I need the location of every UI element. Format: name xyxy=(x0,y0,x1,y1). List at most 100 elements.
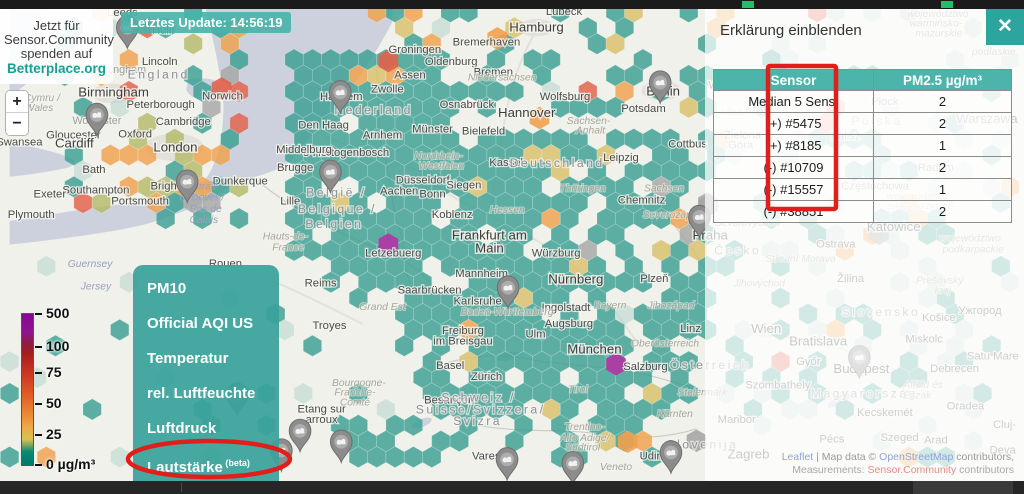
map-label: Reims xyxy=(305,278,337,290)
map-label: Lincoln xyxy=(142,56,178,68)
layer-menu: PM10Official AQI USTemperaturrel. Luftfe… xyxy=(133,265,279,494)
map-label: Brugge xyxy=(277,162,313,174)
map-label: Peterborough xyxy=(127,99,195,111)
last-update-badge: Letztes Update: 14:56:19 xyxy=(121,12,291,33)
map-attribution: Leaflet | Map data © OpenStreetMap contr… xyxy=(782,451,1014,477)
chrome-divider xyxy=(181,483,182,492)
map-label: Augsburg xyxy=(545,318,593,330)
layer-menu-item-official-aqi-us[interactable]: Official AQI US xyxy=(133,306,279,341)
map-label: Niedersachsen xyxy=(468,73,537,84)
map-label: Pas de xyxy=(190,204,222,215)
map-label: Belgique / xyxy=(298,202,377,216)
table-row: (-) #155571 xyxy=(714,179,1012,201)
map-label: Oxford xyxy=(118,129,152,141)
sensor-pin[interactable] xyxy=(496,448,518,480)
table-cell: 2 xyxy=(874,91,1012,113)
betterplace-link[interactable]: Betterplace.org xyxy=(4,62,109,76)
map-label: Jihozápad xyxy=(646,300,694,311)
leaflet-link[interactable]: Leaflet xyxy=(782,451,814,463)
map-label: Kärnten xyxy=(657,409,693,420)
color-scale-legend: 5001007550250 µg/m³ xyxy=(21,313,34,466)
donation-line: Sensor.Community xyxy=(4,33,109,47)
layer-menu-item-temperatur[interactable]: Temperatur xyxy=(133,341,279,376)
map-label: Siegen xyxy=(446,180,481,192)
map-label: Exeter xyxy=(34,188,67,200)
map-label: Zürich xyxy=(471,371,502,383)
map-label: Salzburg xyxy=(623,361,667,373)
map-label: Hamburg xyxy=(509,20,563,35)
table-cell: 2 xyxy=(874,113,1012,135)
map-label: Chemnitz xyxy=(618,194,666,206)
map-label: im Breisgau xyxy=(433,336,492,348)
map-label: Cardiff xyxy=(55,135,94,150)
map-label: Baden-Württemberg xyxy=(461,307,554,318)
table-row: (+) #81851 xyxy=(714,135,1012,157)
map-label: Koblenz xyxy=(432,209,473,221)
map-label: Belgien xyxy=(305,217,363,231)
osm-link[interactable]: OpenStreetMap xyxy=(879,451,953,463)
table-cell: (-) #15557 xyxy=(714,179,874,201)
map-label: Jersey xyxy=(80,282,112,293)
layer-menu-item-lautst-rke[interactable]: Lautstärke (beta) xyxy=(133,446,279,481)
map-label: Middelburg xyxy=(276,144,332,156)
table-cell: 1 xyxy=(874,135,1012,157)
map-label: Osnabrück xyxy=(440,99,495,111)
table-cell: (+) #8185 xyxy=(714,135,874,157)
map-label: België / xyxy=(306,185,366,199)
map-label: Main xyxy=(475,240,504,255)
map-label: Calais xyxy=(190,215,219,226)
map-label: Anhalt xyxy=(575,126,606,137)
map-label: Arnhem xyxy=(363,130,402,142)
map-label: Aachen xyxy=(380,185,418,197)
sensor-community-link[interactable]: Sensor.Community xyxy=(868,464,957,476)
zoom-control: + − xyxy=(5,90,29,136)
table-cell: (-) #10709 xyxy=(714,157,874,179)
map-label: Tirol xyxy=(568,385,589,396)
map-label: München xyxy=(567,341,621,356)
attribution-text: Measurements: xyxy=(792,464,867,476)
map-label: Ulm xyxy=(526,329,546,341)
map-label: Portsmouth xyxy=(111,195,169,207)
sensor-pin[interactable] xyxy=(562,452,584,481)
map-label: Trentino- xyxy=(564,422,605,433)
zoom-in-button[interactable]: + xyxy=(6,91,28,113)
table-header: Sensor xyxy=(714,70,874,91)
attribution-text: contributors xyxy=(956,464,1014,476)
browser-chrome-bottom xyxy=(0,481,1024,494)
map-label: Den Haag xyxy=(298,120,349,132)
layer-menu-item-rel-luftfeuchte[interactable]: rel. Luftfeuchte xyxy=(133,376,279,411)
map-label: Potsdam xyxy=(621,103,665,115)
map-label: Basel xyxy=(436,360,464,372)
map-label: Swansea xyxy=(0,136,43,148)
map-label: Plzeň xyxy=(640,273,668,285)
table-cell: (-) #38851 xyxy=(714,201,874,223)
map-label: Hauts-de- xyxy=(263,232,309,243)
layer-menu-item-luftdruck[interactable]: Luftdruck xyxy=(133,411,279,446)
map-label: Lübeck xyxy=(546,9,583,18)
map-label: Comté xyxy=(340,397,371,408)
map-label: arroux xyxy=(306,414,338,426)
map-label: Svizra xyxy=(453,414,502,428)
table-row: (-) #107092 xyxy=(714,157,1012,179)
layer-menu-item-pm10[interactable]: PM10 xyxy=(133,271,279,306)
map-label: Linz xyxy=(680,323,701,335)
table-cell: 1 xyxy=(874,179,1012,201)
map-label: Groningen xyxy=(389,44,442,56)
map-label: Würzburg xyxy=(532,247,581,259)
sensor-table: SensorPM2.5 µg/m³ Median 5 Sens.2(+) #54… xyxy=(713,69,1012,223)
map-label: Hannover xyxy=(498,105,556,120)
map-label: Thüringen xyxy=(559,184,606,195)
map-label: Cambridge xyxy=(156,116,211,128)
table-cell: (+) #5475 xyxy=(714,113,874,135)
map-label: Birmingham xyxy=(78,84,149,99)
zoom-out-button[interactable]: − xyxy=(6,113,28,135)
chrome-chip xyxy=(742,1,754,8)
panel-title: Erklärung einblenden xyxy=(720,22,862,39)
attribution-text: | Map data © xyxy=(813,451,879,463)
chrome-chip xyxy=(941,1,953,8)
map-label: Grand Est xyxy=(359,302,406,313)
map-label: London xyxy=(153,139,197,154)
close-icon[interactable]: ✕ xyxy=(986,9,1024,45)
map-label: Mannheim xyxy=(455,268,508,280)
map-label: Troyes xyxy=(312,320,346,332)
